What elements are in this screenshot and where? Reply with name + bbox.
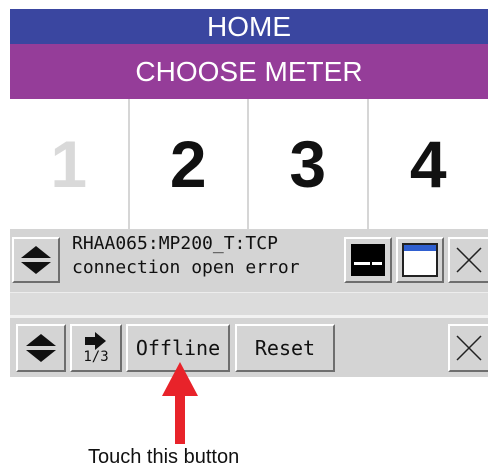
panel-separator: [10, 292, 488, 316]
control-panel: 1/3 Offline Reset: [10, 315, 488, 377]
meter-3-label: 3: [289, 127, 327, 201]
meter-1-button[interactable]: 1: [10, 99, 130, 229]
close-control-button[interactable]: [448, 324, 488, 372]
meter-3-button[interactable]: 3: [249, 99, 369, 229]
light-window-button[interactable]: [396, 237, 444, 283]
scroll-updown-button[interactable]: [12, 237, 60, 283]
next-page-button[interactable]: 1/3: [70, 324, 122, 372]
dark-window-icon: [351, 244, 385, 276]
status-line-2: connection open error: [72, 257, 300, 278]
meter-2-label: 2: [169, 127, 207, 201]
callout-text: Touch this button: [88, 446, 240, 468]
updown-arrows-icon: [26, 334, 56, 362]
close-icon: [456, 247, 482, 273]
reset-button[interactable]: Reset: [235, 324, 335, 372]
updown-arrows-icon: [21, 246, 51, 274]
offline-label: Offline: [135, 336, 221, 360]
close-status-button[interactable]: [448, 237, 488, 283]
meter-selector: 1 2 3 4: [10, 99, 488, 229]
status-message: RHAA065:MP200_T:TCP connection open erro…: [72, 232, 300, 280]
home-bar[interactable]: HOME: [10, 9, 488, 44]
right-arrow-icon: [85, 332, 106, 350]
callout-arrow-icon: [162, 362, 198, 444]
home-label: HOME: [207, 10, 291, 42]
dark-window-button[interactable]: [344, 237, 392, 283]
scroll-updown-button-2[interactable]: [16, 324, 66, 372]
choose-meter-bar[interactable]: CHOOSE METER: [10, 44, 488, 99]
reset-label: Reset: [254, 336, 316, 360]
close-icon: [456, 335, 482, 361]
status-line-1: RHAA065:MP200_T:TCP: [72, 233, 278, 254]
page-indicator: 1/3: [83, 349, 109, 365]
meter-4-label: 4: [409, 127, 447, 201]
meter-2-button[interactable]: 2: [130, 99, 250, 229]
light-window-icon: [402, 243, 438, 277]
meter-1-label: 1: [50, 127, 88, 201]
choose-meter-label: CHOOSE METER: [135, 55, 363, 87]
status-panel: RHAA065:MP200_T:TCP connection open erro…: [10, 229, 488, 292]
meter-4-button[interactable]: 4: [369, 99, 488, 229]
